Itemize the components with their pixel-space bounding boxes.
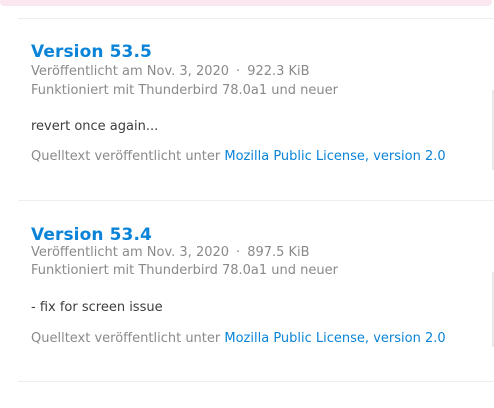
file-size: 922.3 KiB	[247, 64, 310, 79]
license-link[interactable]: Mozilla Public License, version 2.0	[224, 149, 445, 164]
divider	[18, 381, 494, 382]
published-date: Veröffentlicht am Nov. 3, 2020	[31, 64, 230, 79]
divider	[18, 18, 494, 19]
license-prefix: Quelltext veröffentlicht unter	[31, 149, 221, 164]
license-link[interactable]: Mozilla Public License, version 2.0	[224, 331, 445, 346]
version-card-53-4: Version 53.4 Veröffentlicht am Nov. 3, 2…	[31, 225, 481, 355]
file-size: 897.5 KiB	[247, 245, 310, 260]
published-date: Veröffentlicht am Nov. 3, 2020	[31, 245, 230, 260]
divider	[18, 200, 494, 201]
license-prefix: Quelltext veröffentlicht unter	[31, 331, 221, 346]
version-title[interactable]: Version 53.5	[31, 42, 152, 62]
license-info: Quelltext veröffentlicht unter Mozilla P…	[31, 331, 446, 346]
version-card-53-5: Version 53.5 Veröffentlicht am Nov. 3, 2…	[31, 42, 481, 172]
version-meta: Veröffentlicht am Nov. 3, 2020 · 922.3 KiB	[31, 64, 310, 79]
compatibility-info: Funktioniert mit Thunderbird 78.0a1 und …	[31, 263, 338, 278]
meta-separator: ·	[236, 245, 241, 260]
license-info: Quelltext veröffentlicht unter Mozilla P…	[31, 149, 446, 164]
version-title[interactable]: Version 53.4	[31, 225, 152, 245]
compatibility-info: Funktioniert mit Thunderbird 78.0a1 und …	[31, 83, 338, 98]
meta-separator: ·	[236, 64, 241, 79]
version-meta: Veröffentlicht am Nov. 3, 2020 · 897.5 KiB	[31, 245, 310, 260]
release-notes: revert once again...	[31, 119, 159, 134]
notice-banner-edge	[0, 0, 492, 6]
release-notes: - fix for screen issue	[31, 300, 163, 315]
